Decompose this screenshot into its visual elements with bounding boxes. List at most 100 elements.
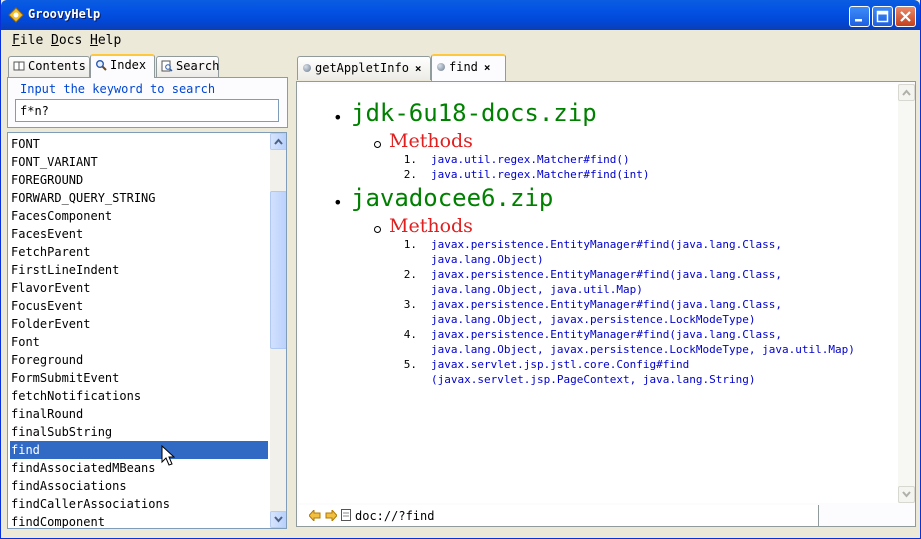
index-item[interactable]: FOREGROUND xyxy=(10,171,268,189)
method-link[interactable]: javax.servlet.jsp.jstl.core.Config#find xyxy=(431,357,689,372)
method-link-cont[interactable]: (javax.servlet.jsp.PageContext, java.lan… xyxy=(431,372,756,387)
index-item[interactable]: FacesEvent xyxy=(10,225,268,243)
maximize-icon xyxy=(876,10,889,23)
scroll-thumb[interactable] xyxy=(270,191,286,349)
doc-panel: • jdk-6u18-docs.zip Methods 1. java.util… xyxy=(296,81,916,527)
item-number: 4. xyxy=(403,328,417,341)
menu-file[interactable]: File xyxy=(12,33,43,48)
index-item[interactable]: fetchNotifications xyxy=(10,387,268,405)
menu-help-label: elp xyxy=(97,33,122,48)
tab-close-icon[interactable]: × xyxy=(484,61,491,74)
search-group: Input the keyword to search xyxy=(7,77,288,128)
index-item[interactable]: FONT_VARIANT xyxy=(10,153,268,171)
menu-bar: File Docs Help xyxy=(5,30,918,51)
method-link[interactable]: javax.persistence.EntityManager#find(jav… xyxy=(431,237,782,252)
index-scrollbar[interactable] xyxy=(270,133,286,528)
item-number: 5. xyxy=(403,358,417,371)
index-item[interactable]: FormSubmitEvent xyxy=(10,369,268,387)
doc-view: • jdk-6u18-docs.zip Methods 1. java.util… xyxy=(299,84,898,503)
index-item[interactable]: FocusEvent xyxy=(10,297,268,315)
minimize-button[interactable] xyxy=(849,6,870,27)
maximize-button[interactable] xyxy=(872,6,893,27)
list-bullet: • xyxy=(333,108,343,127)
tab-contents-label: Contents xyxy=(28,59,86,73)
tab-search[interactable]: Search xyxy=(156,56,219,77)
page-icon xyxy=(341,509,351,521)
section-title: jdk-6u18-docs.zip xyxy=(351,99,597,127)
item-number: 1. xyxy=(403,153,417,166)
method-link-cont[interactable]: java.lang.Object, javax.persistence.Lock… xyxy=(431,342,855,357)
status-bar: doc://?find xyxy=(299,505,819,526)
item-number: 2. xyxy=(403,268,417,281)
forward-arrow-icon[interactable] xyxy=(325,510,337,521)
method-link[interactable]: java.util.regex.Matcher#find(int) xyxy=(431,167,650,182)
index-item[interactable]: FolderEvent xyxy=(10,315,268,333)
index-item[interactable]: findCallerAssociations xyxy=(10,495,268,513)
method-link[interactable]: javax.persistence.EntityManager#find(jav… xyxy=(431,267,782,282)
minimize-icon xyxy=(855,19,862,22)
section-heading: Methods xyxy=(389,215,473,237)
index-item[interactable]: FlavorEvent xyxy=(10,279,268,297)
index-item[interactable]: FORWARD_QUERY_STRING xyxy=(10,189,268,207)
magnifier-icon xyxy=(96,60,107,71)
window-title: GroovyHelp xyxy=(28,7,101,21)
doc-scrollbar[interactable] xyxy=(898,84,915,503)
mouse-cursor-icon xyxy=(161,445,175,466)
title-bar[interactable]: GroovyHelp xyxy=(1,0,920,30)
scroll-up-button[interactable] xyxy=(270,133,286,150)
index-item[interactable]: FirstLineIndent xyxy=(10,261,268,279)
index-item[interactable]: finalRound xyxy=(10,405,268,423)
book-icon xyxy=(13,61,25,71)
index-item[interactable]: find xyxy=(10,441,268,459)
section-heading: Methods xyxy=(389,130,473,152)
method-link-cont[interactable]: java.lang.Object) xyxy=(431,252,544,267)
sub-bullet xyxy=(374,141,381,148)
tab-getappletinfo-label: getAppletInfo xyxy=(315,61,409,75)
doc-scroll-down-button[interactable] xyxy=(898,486,915,503)
tab-search-label: Search xyxy=(176,59,220,73)
left-pane: Contents Index Search Input the keyword … xyxy=(6,53,288,533)
index-item[interactable]: findAssociatedMBeans xyxy=(10,459,268,477)
menu-docs[interactable]: Docs xyxy=(51,33,82,48)
close-icon xyxy=(900,11,911,22)
doc-scroll-up-button[interactable] xyxy=(898,84,915,101)
method-link[interactable]: java.util.regex.Matcher#find() xyxy=(431,152,630,167)
index-item[interactable]: finalSubString xyxy=(10,423,268,441)
scroll-down-button[interactable] xyxy=(270,511,286,528)
index-item[interactable]: FacesComponent xyxy=(10,207,268,225)
index-item[interactable]: findComponent xyxy=(10,513,268,528)
index-item[interactable]: Font xyxy=(10,333,268,351)
tab-getappletinfo[interactable]: getAppletInfo × xyxy=(297,56,431,80)
left-tab-strip: Contents Index Search xyxy=(6,53,288,78)
menu-help-mnemonic: H xyxy=(90,33,98,48)
method-link-cont[interactable]: java.lang.Object, java.util.Map) xyxy=(431,282,643,297)
index-item[interactable]: Foreground xyxy=(10,351,268,369)
back-arrow-icon[interactable] xyxy=(309,510,321,521)
tab-index-label: Index xyxy=(110,58,147,72)
tab-find[interactable]: find × xyxy=(431,54,506,81)
method-link[interactable]: javax.persistence.EntityManager#find(jav… xyxy=(431,327,782,342)
app-icon xyxy=(8,7,24,23)
pane-splitter[interactable] xyxy=(289,53,294,533)
search-input[interactable] xyxy=(15,99,279,122)
document-icon xyxy=(437,63,445,71)
menu-file-mnemonic: F xyxy=(12,33,20,48)
index-item[interactable]: FetchParent xyxy=(10,243,268,261)
index-list[interactable]: FONT FONT_VARIANT FOREGROUND FORWARD_QUERY_… xyxy=(7,132,287,529)
section-title: javadocee6.zip xyxy=(351,184,554,212)
right-pane: getAppletInfo × find × • jdk-6u18-docs.zip… xyxy=(295,53,917,533)
method-link[interactable]: javax.persistence.EntityManager#find(jav… xyxy=(431,297,782,312)
chevron-down-icon xyxy=(902,491,911,498)
index-item[interactable]: FONT xyxy=(10,135,268,153)
list-bullet: • xyxy=(333,193,343,212)
chevron-up-icon xyxy=(274,138,283,145)
method-link-cont[interactable]: java.lang.Object, javax.persistence.Lock… xyxy=(431,312,756,327)
close-button[interactable] xyxy=(895,6,916,27)
tab-index[interactable]: Index xyxy=(90,54,155,78)
menu-help[interactable]: Help xyxy=(90,33,121,48)
tab-find-label: find xyxy=(449,60,478,74)
menu-file-label: ile xyxy=(19,33,44,48)
index-item[interactable]: findAssociations xyxy=(10,477,268,495)
tab-contents[interactable]: Contents xyxy=(8,56,90,77)
tab-close-icon[interactable]: × xyxy=(415,62,422,75)
